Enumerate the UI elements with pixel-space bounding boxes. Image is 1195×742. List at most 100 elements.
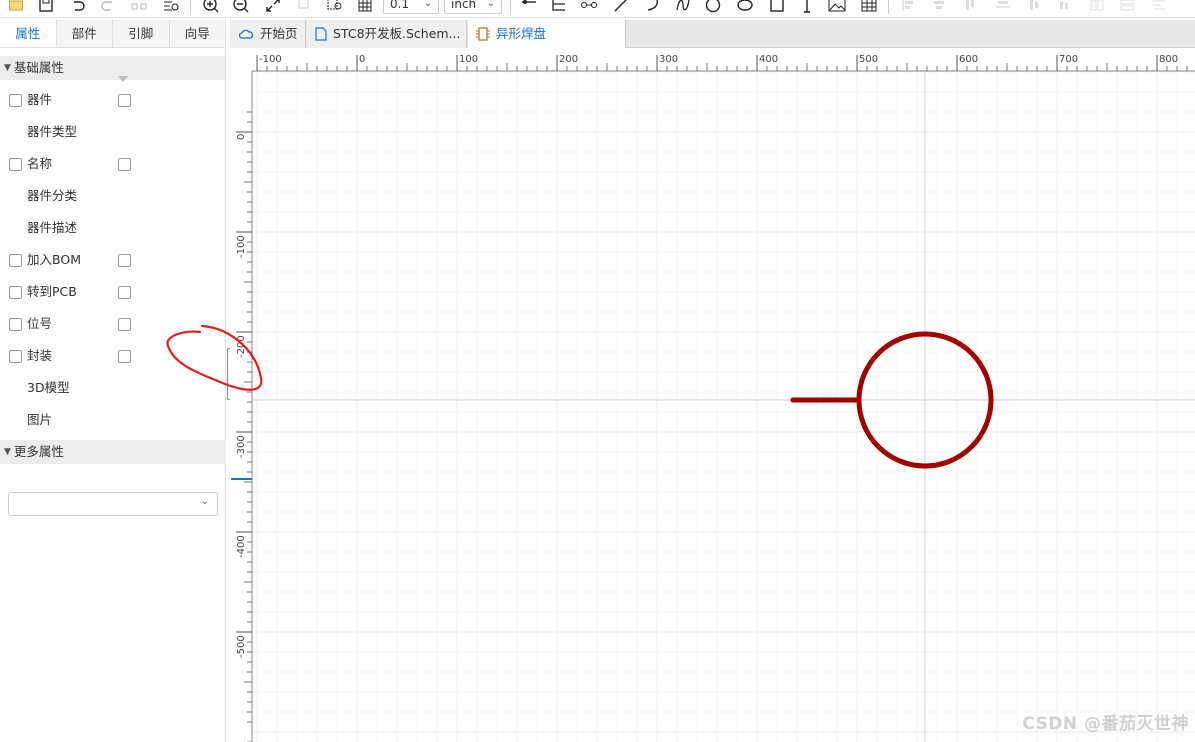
row-select-checkbox[interactable] [9,350,22,363]
ruler-label: -500 [236,635,247,658]
tab-label: 异形焊盘 [496,26,547,41]
align-top-icon[interactable] [994,0,1012,14]
property-label: 转到PCB [27,284,77,299]
watermark: CSDN @番茄灭世神 [1022,714,1189,734]
align-center-icon[interactable] [930,0,948,14]
unit-value: inch [451,0,477,11]
property-label: 器件 [27,92,53,107]
canvas-drawing[interactable]: -100 0 100 200 300 400 500 600 700 800 0 -100 -200 -… [230,49,1195,742]
property-row: 位号 [0,308,226,340]
chevron-down-icon: ⌄ [486,0,495,9]
ellipse-icon[interactable] [736,0,754,14]
find-icon[interactable] [162,0,180,14]
fit-icon[interactable] [264,0,282,14]
property-label: 封装 [27,348,53,363]
text-icon[interactable] [798,0,816,14]
arc-icon[interactable] [644,0,662,14]
row-select-checkbox[interactable] [9,254,22,267]
row-select-checkbox[interactable] [9,318,22,331]
horizontal-ruler [230,49,1195,71]
image-icon[interactable] [828,0,846,14]
zoom-in-icon[interactable] [202,0,220,14]
line-icon[interactable] [612,0,630,14]
section-title: 基础属性 [13,60,64,75]
property-row: 器件描述 [0,212,226,244]
ruler-label: -400 [236,535,247,558]
property-row: 器件 [0,84,226,116]
show-value-checkbox[interactable] [118,350,131,363]
property-row: 器件分类 [0,180,226,212]
table-icon[interactable] [860,0,878,14]
ruler-label: 100 [459,54,478,65]
zoom-area-icon[interactable] [296,0,314,14]
chevron-down-icon: ⌄ [423,0,432,9]
cloud-icon [238,28,254,40]
save-icon[interactable] [38,0,54,14]
schematic-canvas[interactable]: -100 0 100 200 300 400 500 600 700 800 0 -100 -200 -… [230,49,1195,742]
property-row: 转到PCB [0,276,226,308]
ruler-label: 0 [236,134,247,140]
ruler-label: -300 [236,435,247,458]
tab-properties[interactable]: 属性 [0,20,57,47]
redo-icon[interactable] [100,0,116,14]
tab-wizard[interactable]: 向导 [170,20,226,47]
align-left-icon[interactable] [900,0,918,14]
tab-parts[interactable]: 部件 [57,20,113,47]
show-value-checkbox[interactable] [118,254,131,267]
grid-size-select[interactable]: 0.1 ⌄ [383,0,439,14]
distribute-h-icon[interactable] [1088,0,1106,14]
ruler-label: 200 [559,54,578,65]
ruler-label: -200 [236,335,247,358]
property-label: 器件分类 [27,188,78,203]
component-icon [476,27,490,41]
canvas-grid [252,71,1195,742]
collapse-triangle-icon: ▼ [4,447,11,457]
wire-icon[interactable] [520,0,538,14]
property-row: 图片 [0,404,226,436]
distribute-grid-icon[interactable] [1150,0,1168,14]
tab-symbol-editor[interactable]: 异形焊盘 [468,20,626,48]
zoom-select-icon[interactable] [326,0,344,14]
grid-icon[interactable] [356,0,374,14]
panel-tabs: 属性 部件 引脚 向导 [0,20,225,48]
align-right-icon[interactable] [962,0,980,14]
tab-label: STC8开发板.Schem... [333,26,461,41]
show-value-checkbox[interactable] [118,94,131,107]
zoom-out-icon[interactable] [232,0,250,14]
collapse-triangle-icon: ▼ [4,63,11,73]
bus-icon[interactable] [550,0,568,14]
main-toolbar: 0.1 ⌄ inch ⌄ [0,0,1195,18]
document-icon [315,27,327,41]
copy-icon[interactable] [130,0,148,14]
align-bottom-icon[interactable] [1056,0,1074,14]
row-select-checkbox[interactable] [9,158,22,171]
unit-select[interactable]: inch ⌄ [444,0,502,14]
more-properties-header[interactable]: ▼ 更多属性 [0,440,226,464]
row-select-checkbox[interactable] [9,286,22,299]
netlabel-icon[interactable] [580,0,598,14]
row-select-checkbox[interactable] [9,94,22,107]
ruler-label: 800 [1159,54,1178,65]
ruler-label: 0 [359,54,365,65]
tab-start-page[interactable]: 开始页 [230,20,306,48]
rect-icon[interactable] [768,0,786,14]
distribute-v-icon[interactable] [1118,0,1136,14]
show-value-checkbox[interactable] [118,318,131,331]
ruler-label: 700 [1059,54,1078,65]
show-value-checkbox[interactable] [118,158,131,171]
tab-schematic-document[interactable]: STC8开发板.Schem... [307,20,467,48]
tab-pins[interactable]: 引脚 [113,20,170,47]
basic-properties-header[interactable]: ▼ 基础属性 [0,56,225,80]
undo-icon[interactable] [70,0,86,14]
circle-icon[interactable] [704,0,722,14]
property-label: 3D模型 [27,380,70,395]
property-label: 加入BOM [27,252,81,267]
properties-panel: 属性 部件 引脚 向导 ▼ 基础属性 器件 器件类型 名称 器件分类 器件描述 加入BOM… [0,20,226,742]
tab-label: 开始页 [260,26,298,41]
more-properties-select[interactable]: ⌄ [8,492,218,516]
folder-icon[interactable] [8,0,24,14]
align-middle-icon[interactable] [1026,0,1044,14]
show-value-checkbox[interactable] [118,286,131,299]
bezier-icon[interactable] [674,0,692,14]
ruler-label: -100 [236,235,247,258]
